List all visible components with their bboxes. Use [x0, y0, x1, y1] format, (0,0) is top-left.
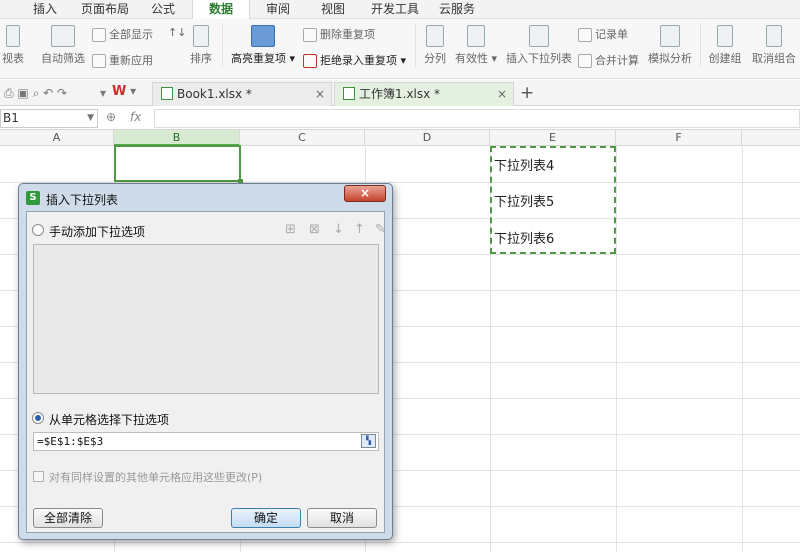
consolidate-icon	[578, 54, 592, 68]
reject-duplicates-button[interactable]: 拒绝录入重复项 ▾	[303, 52, 406, 68]
record-sheet-button[interactable]: 记录单	[578, 26, 628, 42]
highlight-duplicates-button[interactable]: 高亮重复项 ▾	[228, 25, 298, 66]
move-down-icon[interactable]: ↓	[333, 222, 344, 237]
column-header-b[interactable]: B	[114, 130, 240, 146]
name-box[interactable]: B1 ▼	[0, 109, 98, 128]
funnel-icon	[51, 25, 75, 47]
zoom-icon[interactable]: ⊕	[106, 110, 116, 124]
column-header-a[interactable]: A	[0, 130, 114, 146]
column-header-e[interactable]: E	[490, 130, 616, 146]
manual-options-list[interactable]	[33, 244, 379, 394]
show-all-icon	[92, 28, 106, 42]
tab-review[interactable]: 审阅	[255, 0, 301, 19]
quick-access-icons[interactable]: ⎙ ▣ ⌕ ↶ ↷	[4, 86, 67, 101]
add-item-icon[interactable]: ⊞	[285, 222, 296, 237]
delete-duplicates-icon	[303, 28, 317, 42]
reapply-button[interactable]: 重新应用	[92, 52, 153, 68]
range-select-icon[interactable]: ▚	[361, 434, 376, 448]
divider	[415, 23, 416, 67]
consolidate-button[interactable]: 合并计算	[578, 52, 639, 68]
split-column-icon	[426, 25, 444, 47]
ok-button[interactable]: 确定	[231, 508, 301, 528]
grid-line	[0, 542, 800, 543]
column-header-d[interactable]: D	[365, 130, 490, 146]
show-all-button[interactable]: 全部显示	[92, 26, 153, 42]
formula-input[interactable]	[154, 109, 800, 128]
cell-e2[interactable]: 下拉列表5	[494, 191, 554, 210]
doc-tab-workbook1[interactable]: 工作簿1.xlsx * ×	[334, 82, 514, 106]
dropdown-list-icon	[529, 25, 549, 47]
cell-e1[interactable]: 下拉列表4	[494, 155, 554, 174]
cancel-button[interactable]: 取消	[307, 508, 377, 528]
tab-view[interactable]: 视图	[310, 0, 356, 19]
tab-developer[interactable]: 开发工具	[364, 0, 426, 19]
menu-bar: 插入 页面布局 公式 数据 审阅 视图 开发工具 云服务	[0, 0, 800, 19]
sort-button[interactable]: 排序	[186, 25, 216, 66]
function-icon[interactable]: fx	[130, 110, 141, 124]
highlight-duplicates-icon	[251, 25, 275, 47]
split-column-button[interactable]: 分列	[420, 25, 450, 66]
apply-same-settings-label[interactable]: 对有同样设置的其他单元格应用这些更改(P)	[49, 469, 262, 485]
cell-reference-input[interactable]: =$E$1:$E$3 ▚	[33, 432, 379, 451]
tab-formula[interactable]: 公式	[140, 0, 186, 19]
manual-option-radio[interactable]	[32, 224, 44, 236]
edit-item-icon[interactable]: ✎	[375, 222, 386, 237]
xlsx-file-icon	[343, 87, 355, 100]
create-group-icon	[717, 25, 733, 47]
what-if-analysis-button[interactable]: 模拟分析	[646, 25, 694, 66]
column-header-f[interactable]: F	[616, 130, 742, 146]
create-group-button[interactable]: 创建组	[706, 25, 744, 66]
pivot-table-button[interactable]: 视表	[0, 25, 26, 66]
delete-duplicates-button[interactable]: 删除重复项	[303, 26, 375, 42]
chevron-down-icon[interactable]: ▼	[87, 110, 94, 127]
insert-dropdown-list-button[interactable]: 插入下拉列表	[504, 25, 574, 66]
what-if-icon	[660, 25, 680, 47]
delete-item-icon[interactable]: ⊠	[309, 222, 320, 237]
from-cells-option-label[interactable]: 从单元格选择下拉选项	[49, 411, 169, 428]
wps-s-icon: S	[26, 191, 40, 205]
dialog-title: 插入下拉列表	[46, 193, 119, 207]
selected-cell-b1[interactable]	[114, 145, 243, 184]
divider	[222, 23, 223, 67]
ungroup-icon	[766, 25, 782, 47]
grid-line	[742, 146, 743, 552]
validity-icon	[467, 25, 485, 47]
close-tab-icon[interactable]: ×	[497, 83, 507, 105]
validity-button[interactable]: 有效性 ▾	[453, 25, 499, 66]
formula-bar: B1 ▼ ⊕ fx	[0, 107, 800, 130]
manual-option-label[interactable]: 手动添加下拉选项	[49, 223, 145, 240]
new-tab-icon[interactable]: +	[520, 83, 534, 103]
clear-all-button[interactable]: 全部清除	[33, 508, 103, 528]
record-sheet-icon	[578, 28, 592, 42]
column-header-g[interactable]	[742, 130, 800, 146]
reject-duplicates-icon	[303, 54, 317, 68]
grid-line	[616, 146, 617, 552]
move-up-icon[interactable]: ↑	[354, 222, 365, 237]
apply-same-settings-checkbox[interactable]	[33, 471, 44, 482]
ungroup-button[interactable]: 取消组合	[750, 25, 798, 66]
cell-e3[interactable]: 下拉列表6	[494, 228, 554, 247]
wps-logo-icon[interactable]: W ▾	[112, 84, 136, 99]
sort-asc-icon[interactable]: ↑↓	[168, 26, 186, 39]
close-icon[interactable]: ×	[344, 185, 386, 202]
divider	[700, 23, 701, 67]
dialog-body: 手动添加下拉选项 ⊞ ⊠ ↓ ↑ ✎ 从单元格选择下拉选项 =$E$1:$E$3…	[26, 211, 386, 533]
tab-data[interactable]: 数据	[192, 0, 250, 19]
reapply-icon	[92, 54, 106, 68]
from-cells-option-radio[interactable]	[32, 412, 44, 424]
close-tab-icon[interactable]: ×	[315, 83, 325, 105]
dialog-titlebar[interactable]: S 插入下拉列表 ×	[19, 184, 392, 212]
sort-icon	[193, 25, 209, 47]
column-header-c[interactable]: C	[240, 130, 365, 146]
xlsx-file-icon	[161, 87, 173, 100]
tab-page-layout[interactable]: 页面布局	[74, 0, 136, 19]
customize-dropdown-icon[interactable]: ▾	[100, 86, 106, 100]
ribbon: 视表 自动筛选 全部显示 重新应用 ↑↓ 排序 高亮重复项 ▾ 删除重复项 拒绝…	[0, 19, 800, 79]
doc-tab-book1[interactable]: Book1.xlsx * ×	[152, 82, 332, 106]
tab-cloud[interactable]: 云服务	[432, 0, 482, 19]
tab-insert[interactable]: 插入	[22, 0, 68, 19]
auto-filter-button[interactable]: 自动筛选	[38, 25, 88, 66]
pivot-table-icon	[6, 25, 20, 47]
insert-dropdown-dialog: S 插入下拉列表 × 手动添加下拉选项 ⊞ ⊠ ↓ ↑ ✎ 从单元格选择下拉选项…	[18, 183, 393, 540]
